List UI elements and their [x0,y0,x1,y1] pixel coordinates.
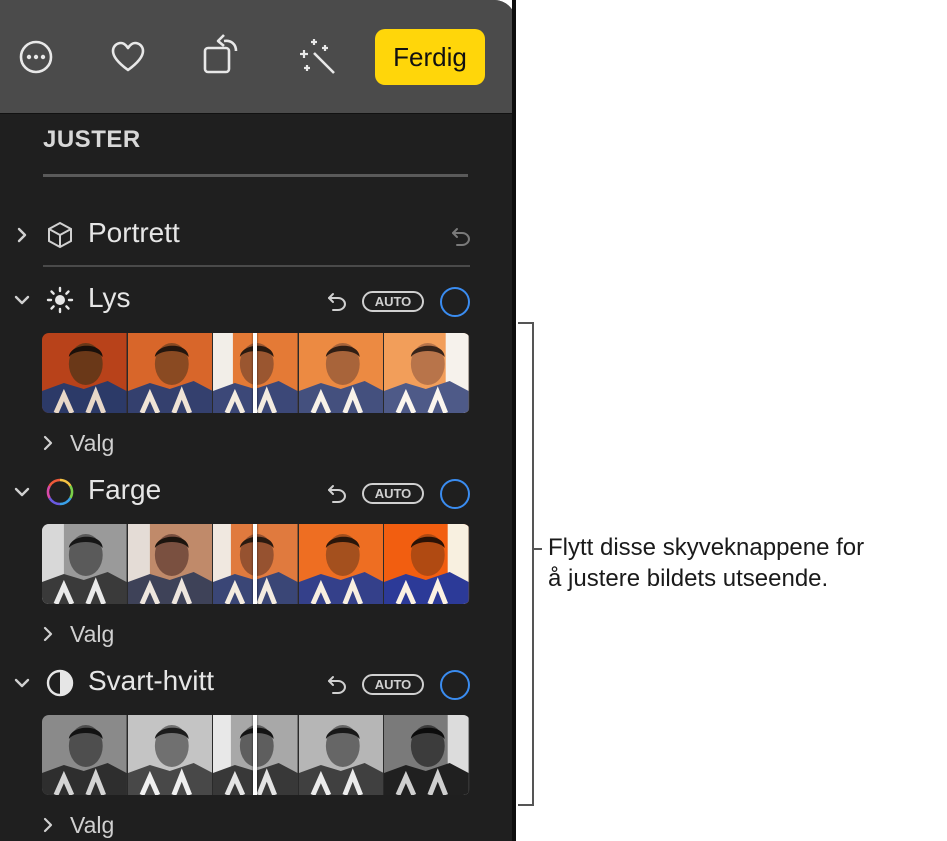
light-label: Lys [88,282,131,313]
rotate-icon[interactable] [200,32,244,82]
thumb-color-1 [42,524,128,604]
color-label: Farge [88,474,162,505]
slider-handle[interactable] [253,524,257,604]
chevron-down-icon[interactable] [10,288,34,312]
adjust-panel: Ferdig JUSTER Portrett Lys AUTO Valg Far… [0,0,516,841]
thumb-color-2 [127,524,214,604]
portrait-row[interactable]: Portrett [0,213,500,257]
thumb-light-4 [298,333,385,413]
color-slider[interactable] [42,524,470,604]
bw-options[interactable]: Valg [38,812,138,838]
chevron-right-icon[interactable] [10,223,34,247]
undo-icon[interactable] [326,482,348,504]
slider-handle[interactable] [253,715,257,795]
thumb-bw-4 [298,715,385,795]
color-row[interactable]: Farge AUTO [0,470,500,514]
toggle-circle[interactable] [440,287,470,317]
cube-icon [48,221,72,249]
thumb-light-5 [384,333,470,413]
bw-slider[interactable] [42,715,470,795]
light-slider[interactable] [42,333,470,413]
chevron-down-icon[interactable] [10,671,34,695]
callout-bracket-bottom [518,804,533,806]
color-options[interactable]: Valg [38,621,138,647]
options-label: Valg [70,812,115,838]
callout-line-1: Flytt disse skyveknappene for [548,534,865,561]
callout-bracket [532,322,534,806]
done-button[interactable]: Ferdig [375,29,485,85]
section-title: JUSTER [43,126,141,153]
portrait-divider [43,265,470,267]
light-options[interactable]: Valg [38,430,138,456]
heart-icon[interactable] [106,32,150,82]
thumb-color-4 [298,524,385,604]
bw-row[interactable]: Svart-hvitt AUTO [0,661,500,705]
options-label: Valg [70,430,115,456]
thumb-light-1 [42,333,128,413]
light-row[interactable]: Lys AUTO [0,278,500,322]
thumb-color-5 [384,524,470,604]
undo-icon[interactable] [450,225,472,247]
thumb-bw-1 [42,715,128,795]
callout-text: Flytt disse skyveknappene for å justere … [548,532,864,594]
auto-button[interactable]: AUTO [362,674,424,695]
undo-icon[interactable] [326,290,348,312]
thumb-light-2 [127,333,214,413]
half-circle-icon [46,669,74,697]
thumb-bw-5 [384,715,470,795]
bw-label: Svart-hvitt [88,665,215,696]
more-icon[interactable] [14,32,58,82]
slider-handle[interactable] [253,333,257,413]
sun-icon [46,286,74,314]
toggle-circle[interactable] [440,670,470,700]
auto-button[interactable]: AUTO [362,483,424,504]
callout-bracket-top [518,322,533,324]
portrait-label: Portrett [88,217,180,248]
title-divider [43,174,468,177]
callout-leader [532,548,542,550]
thumb-bw-2 [127,715,214,795]
toggle-circle[interactable] [440,479,470,509]
chevron-right-icon [43,435,53,451]
auto-button[interactable]: AUTO [362,291,424,312]
toolbar: Ferdig [0,0,516,114]
chevron-right-icon [43,626,53,642]
magic-wand-icon[interactable] [296,32,340,82]
options-label: Valg [70,621,115,647]
chevron-down-icon[interactable] [10,480,34,504]
chevron-right-icon [43,817,53,833]
panel-edge [512,0,516,841]
undo-icon[interactable] [326,673,348,695]
color-wheel-icon [46,478,74,506]
callout-line-2: å justere bildets utseende. [548,565,829,592]
